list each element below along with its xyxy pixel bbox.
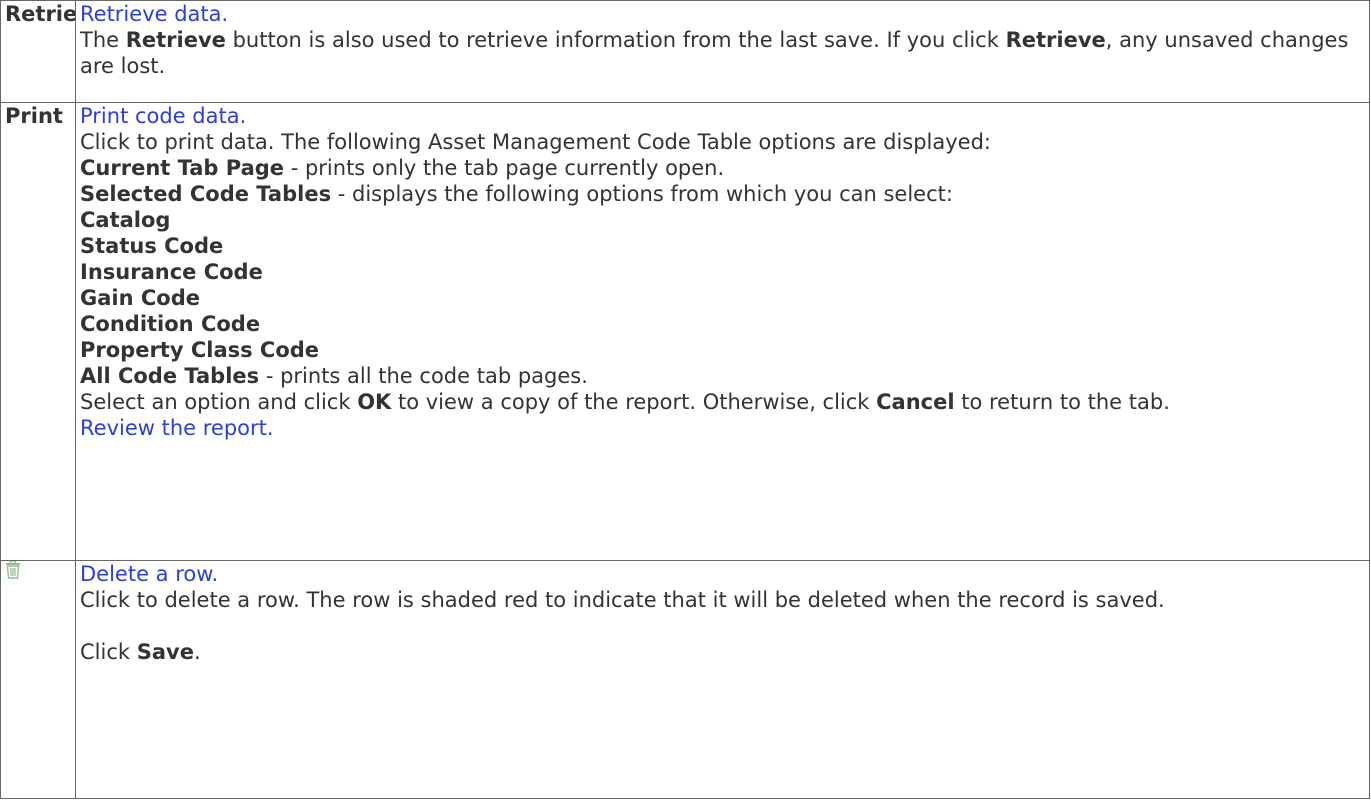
table-row-delete: Delete a row. Click to delete a row. The… (0, 560, 1370, 799)
print-option-current-tab: Current Tab Page - prints only the tab p… (80, 156, 725, 180)
print-code-data-link[interactable]: Print code data. (80, 104, 246, 128)
code-table-status: Status Code (80, 234, 224, 258)
code-table-property-class: Property Class Code (80, 338, 320, 362)
print-label-cell: Print (0, 102, 76, 561)
delete-icon-cell (0, 560, 76, 799)
retrieve-label: Retrieve (5, 2, 76, 26)
print-desc-cell: Print code data. Click to print data. Th… (75, 102, 1370, 561)
retrieve-desc-cell: Retrieve data. The Retrieve button is al… (75, 0, 1370, 103)
retrieve-label-cell: Retrieve (0, 0, 76, 103)
code-table-condition: Condition Code (80, 312, 261, 336)
print-select-instructions: Select an option and click OK to view a … (80, 390, 1170, 414)
delete-desc-cell: Delete a row. Click to delete a row. The… (75, 560, 1370, 799)
delete-row-link[interactable]: Delete a row. (80, 562, 218, 586)
code-table-catalog: Catalog (80, 208, 171, 232)
print-option-all-tables: All Code Tables - prints all the code ta… (80, 364, 588, 388)
help-table: Retrieve Retrieve data. The Retrieve but… (0, 0, 1370, 799)
code-table-gain: Gain Code (80, 286, 200, 310)
retrieve-description: The Retrieve button is also used to retr… (80, 28, 1349, 78)
code-table-insurance: Insurance Code (80, 260, 263, 284)
trash-icon[interactable] (5, 561, 75, 580)
print-option-selected-tables: Selected Code Tables - displays the foll… (80, 182, 953, 206)
review-report-link[interactable]: Review the report. (80, 416, 274, 440)
retrieve-data-link[interactable]: Retrieve data. (80, 2, 228, 26)
delete-save-instruction: Click Save. (80, 640, 201, 664)
table-row-print: Print Print code data. Click to print da… (0, 102, 1370, 561)
print-label: Print (5, 104, 63, 128)
table-row-retrieve: Retrieve Retrieve data. The Retrieve but… (0, 0, 1370, 103)
print-intro: Click to print data. The following Asset… (80, 130, 992, 154)
delete-description: Click to delete a row. The row is shaded… (80, 588, 1165, 612)
